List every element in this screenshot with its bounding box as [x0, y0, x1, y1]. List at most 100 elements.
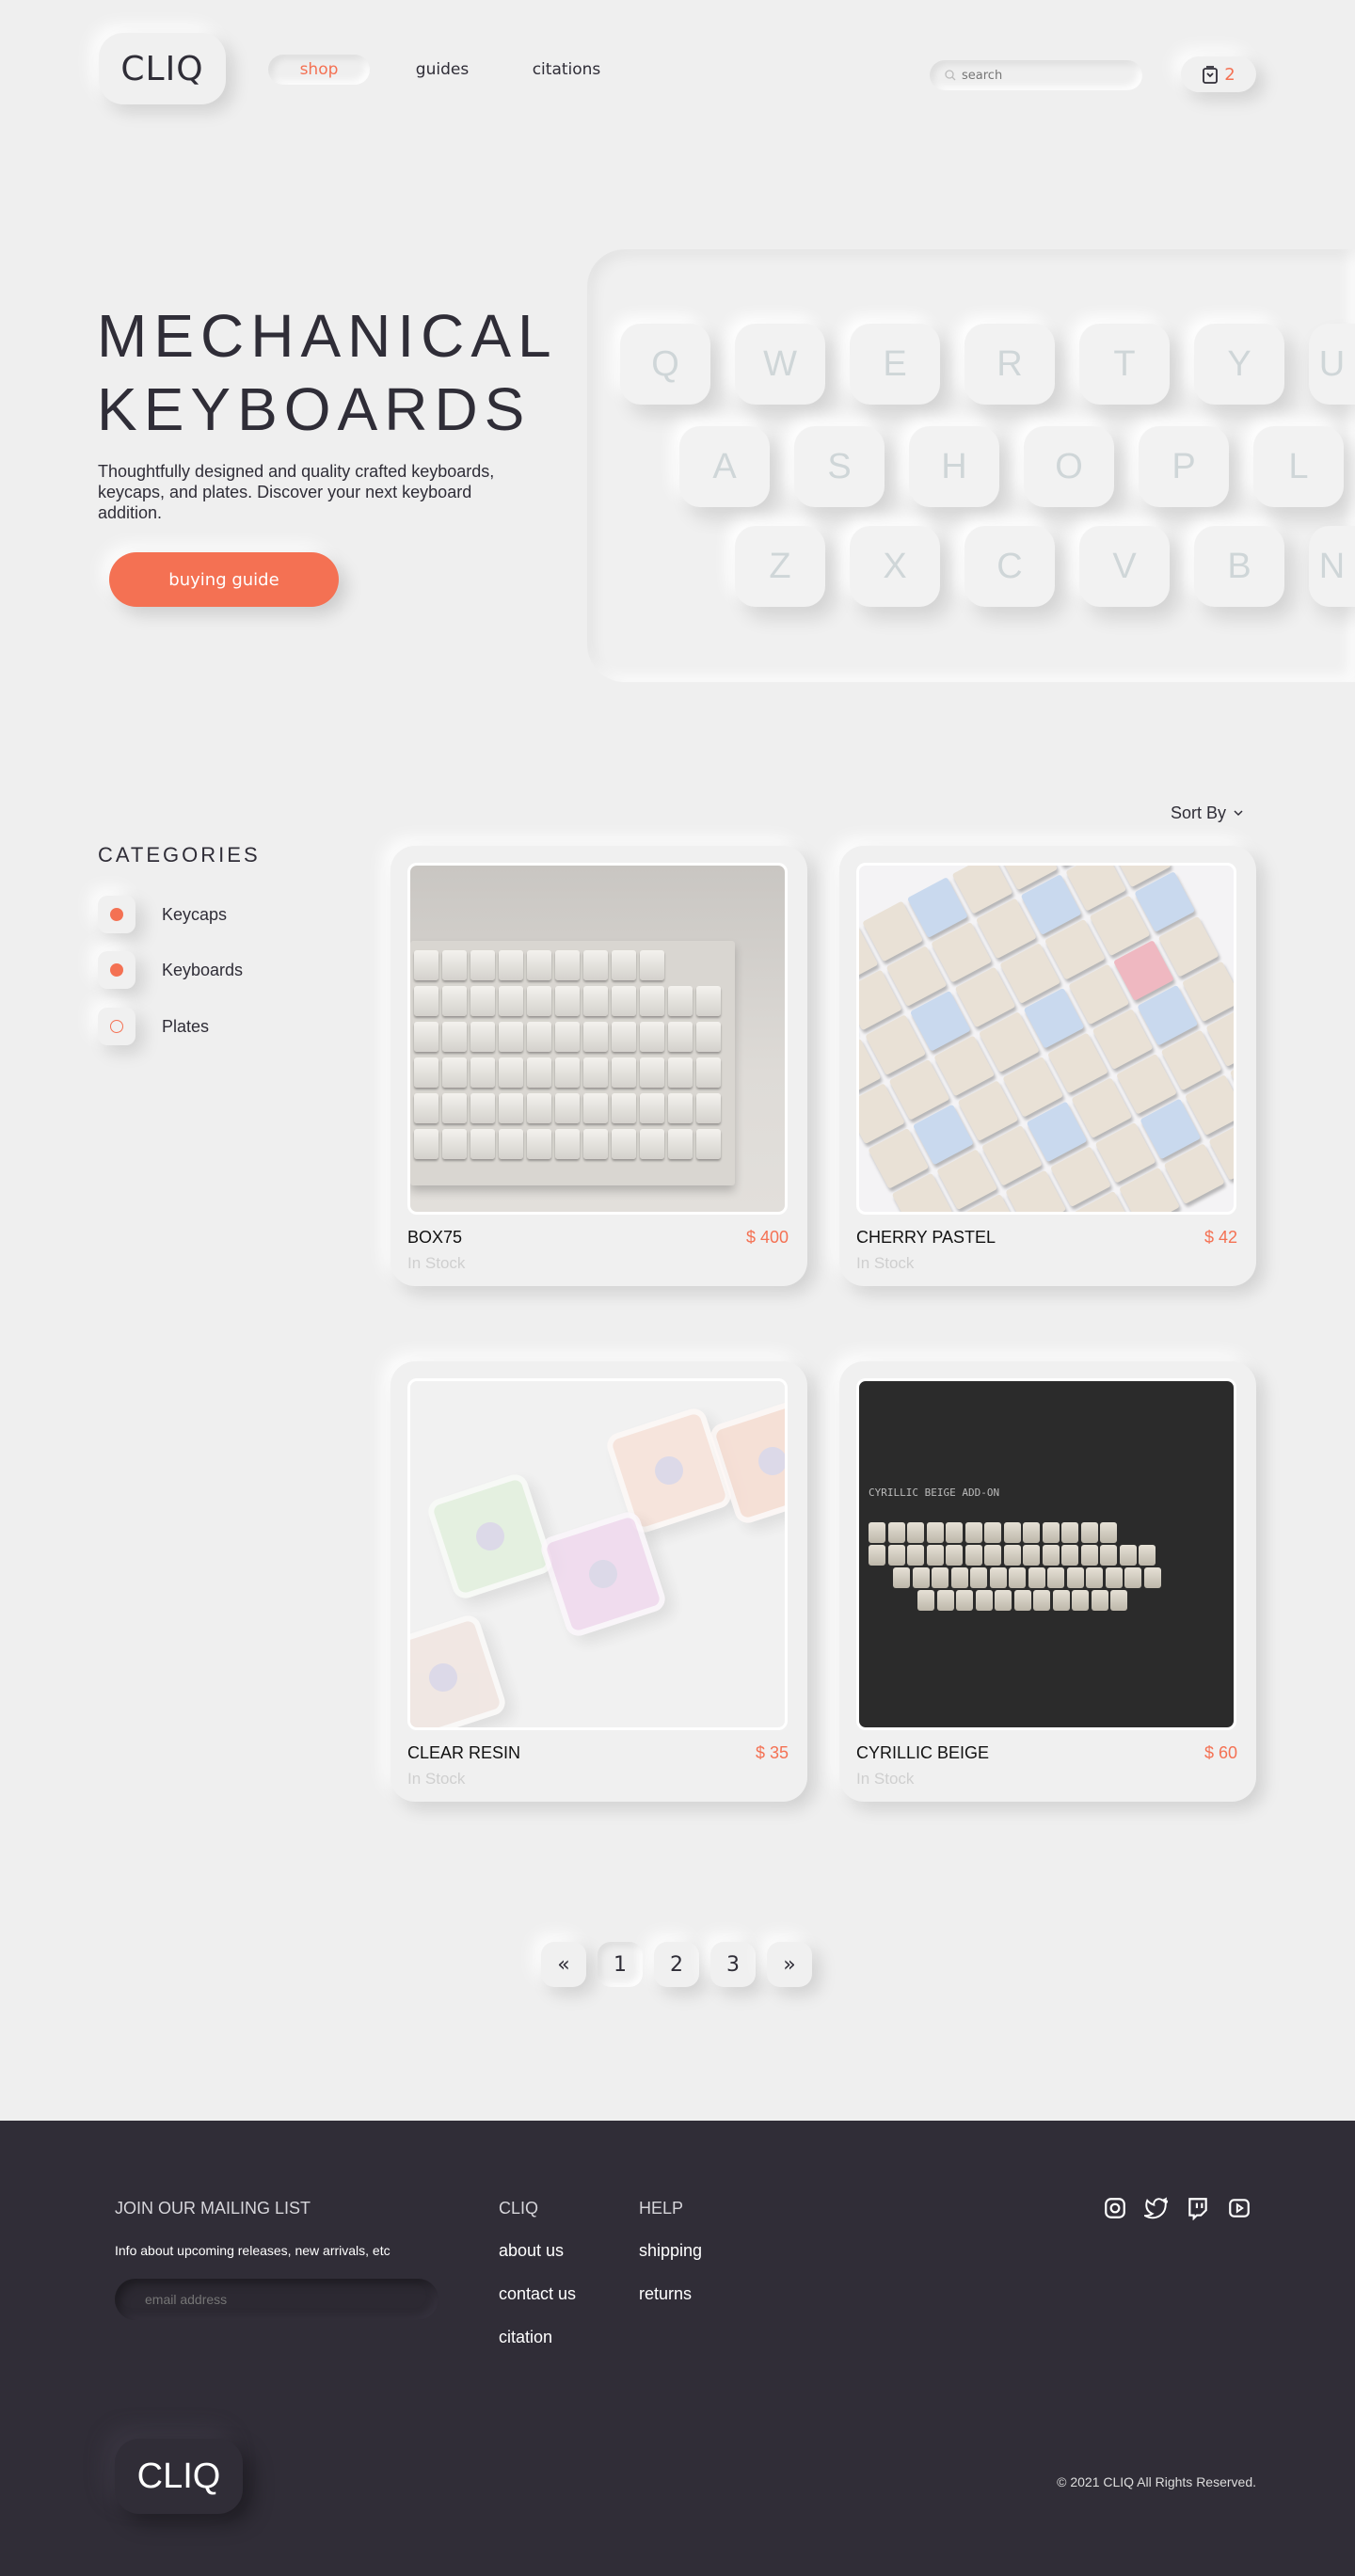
- twitch-icon[interactable]: [1186, 2196, 1210, 2220]
- keycap-graphic: [1072, 1590, 1089, 1611]
- hero-key: U: [1309, 324, 1355, 405]
- checkbox[interactable]: [98, 951, 136, 989]
- checkbox[interactable]: [98, 896, 136, 933]
- keycap-graphic: [583, 950, 608, 980]
- keycap-graphic: [527, 1057, 551, 1088]
- nav-shop[interactable]: shop: [268, 55, 370, 85]
- twitter-icon[interactable]: [1144, 2196, 1169, 2220]
- keycap-graphic: [907, 1545, 924, 1566]
- keycap-graphic: [640, 1093, 664, 1123]
- hero-key: R: [964, 324, 1055, 405]
- buying-guide-button[interactable]: buying guide: [109, 552, 339, 607]
- product-card-clear-resin[interactable]: CLEAR RESIN $ 35 In Stock: [391, 1361, 807, 1802]
- pagination-next[interactable]: »: [767, 1942, 812, 1987]
- keycap-graphic: [1061, 1545, 1078, 1566]
- pagination-page-1[interactable]: 1: [598, 1942, 643, 1987]
- checkbox[interactable]: [98, 1008, 136, 1045]
- keycap-graphic: [887, 1522, 905, 1543]
- keycap-graphic: [1143, 1567, 1161, 1588]
- pagination-page-3[interactable]: 3: [710, 1942, 756, 1987]
- keycap-graphic: [946, 1522, 963, 1543]
- hero-key: E: [850, 324, 940, 405]
- keycap-graphic: [1042, 1545, 1060, 1566]
- keycap-graphic: [583, 1129, 608, 1159]
- keycap-graphic: [668, 1022, 693, 1052]
- stock-status: In Stock: [407, 1770, 466, 1788]
- keycap-graphic: [414, 950, 438, 980]
- category-label: Keyboards: [162, 960, 244, 979]
- keycap-graphic: [1033, 1590, 1050, 1611]
- keycap-graphic: [1086, 1567, 1103, 1588]
- keycap-graphic: [612, 1022, 636, 1052]
- keycap-graphic: [893, 1567, 910, 1588]
- keycap-graphic: [612, 950, 636, 980]
- cart-button[interactable]: 2: [1181, 56, 1256, 92]
- nav-guides[interactable]: guides: [405, 55, 480, 85]
- category-plates[interactable]: Plates: [98, 1008, 209, 1045]
- keycap-graphic: [414, 1057, 438, 1088]
- keycap-graphic: [527, 1129, 551, 1159]
- search-bar[interactable]: [930, 60, 1142, 90]
- hero-key: L: [1253, 426, 1344, 507]
- category-keycaps[interactable]: Keycaps: [98, 896, 227, 933]
- shopping-bag-icon: [1203, 66, 1219, 84]
- checked-dot-icon: [110, 908, 123, 921]
- nav-citations[interactable]: citations: [519, 55, 614, 85]
- keycap-graphic: [414, 986, 438, 1016]
- keycap-graphic: [984, 1545, 1001, 1566]
- keycap-graphic: [527, 986, 551, 1016]
- keycap-graphic: [640, 1129, 664, 1159]
- keycap-graphic: [442, 1093, 467, 1123]
- category-label: Keycaps: [162, 904, 228, 924]
- hero-key: B: [1194, 526, 1284, 607]
- sort-by-dropdown[interactable]: Sort By: [1171, 803, 1243, 823]
- footer-logo[interactable]: CLIQ: [115, 2439, 243, 2514]
- hero-key: Q: [620, 324, 710, 405]
- keycap-graphic: [442, 1057, 467, 1088]
- product-image: CYRILLIC BEIGE ADD-ON: [856, 1378, 1236, 1730]
- keycap-graphic: [1080, 1522, 1098, 1543]
- instagram-icon[interactable]: [1103, 2196, 1127, 2220]
- keycap-graphic: [472, 1519, 508, 1554]
- footer-cliq-title: CLIQ: [499, 2199, 539, 2218]
- hero-description: Thoughtfully designed and quality crafte…: [98, 462, 495, 522]
- keycap-graphic: [696, 1129, 721, 1159]
- hero-key: S: [794, 426, 885, 507]
- search-input[interactable]: [962, 68, 1131, 83]
- product-card-cyrillic-beige[interactable]: CYRILLIC BEIGE ADD-ON CYRILLIC BEIGE $ 6…: [839, 1361, 1256, 1802]
- keycap-graphic: [640, 950, 664, 980]
- link-contact-us[interactable]: contact us: [499, 2284, 576, 2304]
- category-keyboards[interactable]: Keyboards: [98, 951, 243, 989]
- logo[interactable]: CLIQ: [99, 33, 226, 104]
- product-name: CYRILLIC BEIGE: [856, 1743, 990, 1762]
- keycap-graphic: [555, 1129, 580, 1159]
- link-about-us[interactable]: about us: [499, 2241, 564, 2261]
- product-card-box75[interactable]: BOX75 $ 400 In Stock: [391, 846, 807, 1286]
- link-returns[interactable]: returns: [639, 2284, 692, 2304]
- keycap-graphic: [1119, 1545, 1137, 1566]
- product-card-cherry-pastel[interactable]: CHERRY PASTEL $ 42 In Stock: [839, 846, 1256, 1286]
- keycap-graphic: [555, 1057, 580, 1088]
- pagination-prev[interactable]: «: [541, 1942, 586, 1987]
- keycap-graphic: [975, 1590, 993, 1611]
- link-shipping[interactable]: shipping: [639, 2241, 702, 2261]
- email-input[interactable]: [115, 2279, 438, 2320]
- keycap-graphic: [1061, 1522, 1078, 1543]
- keycap-graphic: [583, 1022, 608, 1052]
- hero-title-line2: KEYBOARDS: [97, 375, 532, 443]
- hero-key: T: [1079, 324, 1170, 405]
- youtube-icon[interactable]: [1227, 2196, 1251, 2220]
- keycap-graphic: [696, 1057, 721, 1088]
- keycap-graphic: [640, 986, 664, 1016]
- keycap-grid: [859, 866, 1234, 1212]
- keycap-graphic: [442, 986, 467, 1016]
- hero-title-line1: MECHANICAL: [97, 302, 558, 370]
- pagination-page-2[interactable]: 2: [654, 1942, 699, 1987]
- link-citation[interactable]: citation: [499, 2328, 552, 2347]
- keycap-graphic: [869, 1545, 885, 1566]
- stock-status: In Stock: [856, 1254, 915, 1272]
- keycap-graphic: [1052, 1590, 1070, 1611]
- keycap-graphic: [612, 1057, 636, 1088]
- keycap-graphic: [470, 1093, 495, 1123]
- hero-key: W: [735, 324, 825, 405]
